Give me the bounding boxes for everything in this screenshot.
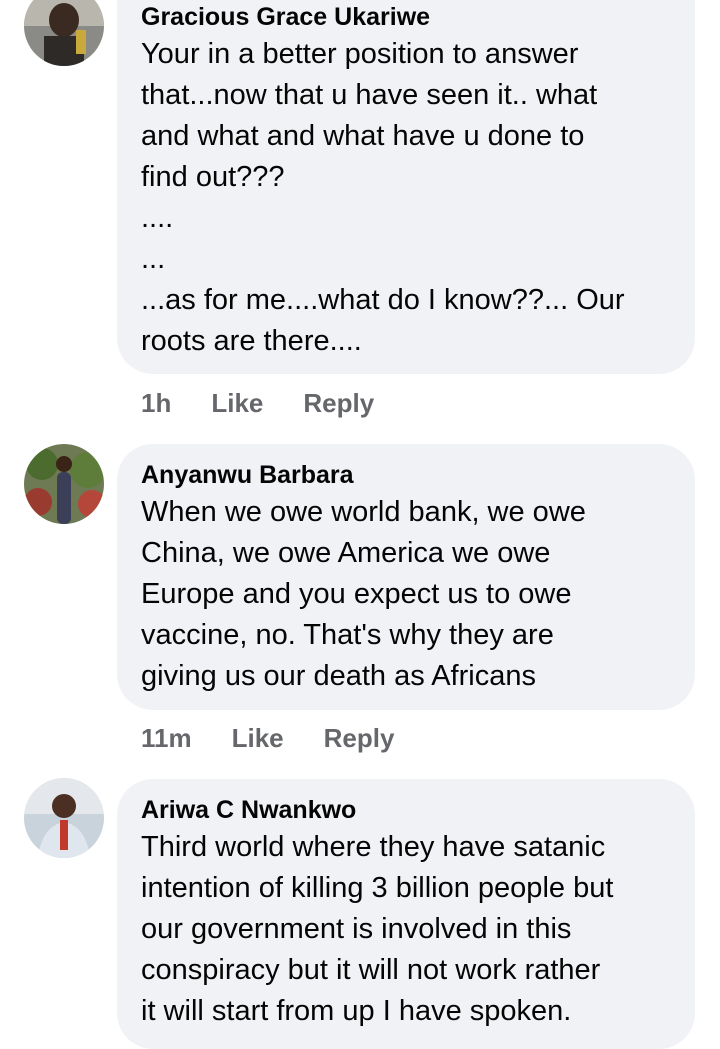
comment-author[interactable]: Anyanwu Barbara xyxy=(141,460,671,490)
comment-bubble: Gracious Grace Ukariwe Your in a better … xyxy=(117,0,695,374)
like-button[interactable]: Like xyxy=(232,723,284,754)
comment-text: Your in a better position to answer that… xyxy=(141,38,625,357)
like-button[interactable]: Like xyxy=(211,388,263,419)
comment-author[interactable]: Ariwa C Nwankwo xyxy=(141,795,671,825)
reply-button[interactable]: Reply xyxy=(324,723,395,754)
avatar[interactable] xyxy=(24,778,104,858)
comment-timestamp[interactable]: 11m xyxy=(141,723,192,754)
comment-author[interactable]: Gracious Grace Ukariwe xyxy=(141,2,671,32)
comment-text: Third world where they have satanic inte… xyxy=(141,831,614,1027)
avatar[interactable] xyxy=(24,444,104,524)
comment-bubble: Ariwa C Nwankwo Third world where they h… xyxy=(117,779,695,1049)
comment-text: When we owe world bank, we owe China, we… xyxy=(141,496,586,692)
reply-button[interactable]: Reply xyxy=(303,388,374,419)
comment-timestamp[interactable]: 1h xyxy=(141,388,171,419)
comment-actions: 11m Like Reply xyxy=(141,718,394,758)
comment-actions: 1h Like Reply xyxy=(141,383,374,423)
comment-bubble: Anyanwu Barbara When we owe world bank, … xyxy=(117,444,695,710)
avatar[interactable] xyxy=(24,0,104,66)
